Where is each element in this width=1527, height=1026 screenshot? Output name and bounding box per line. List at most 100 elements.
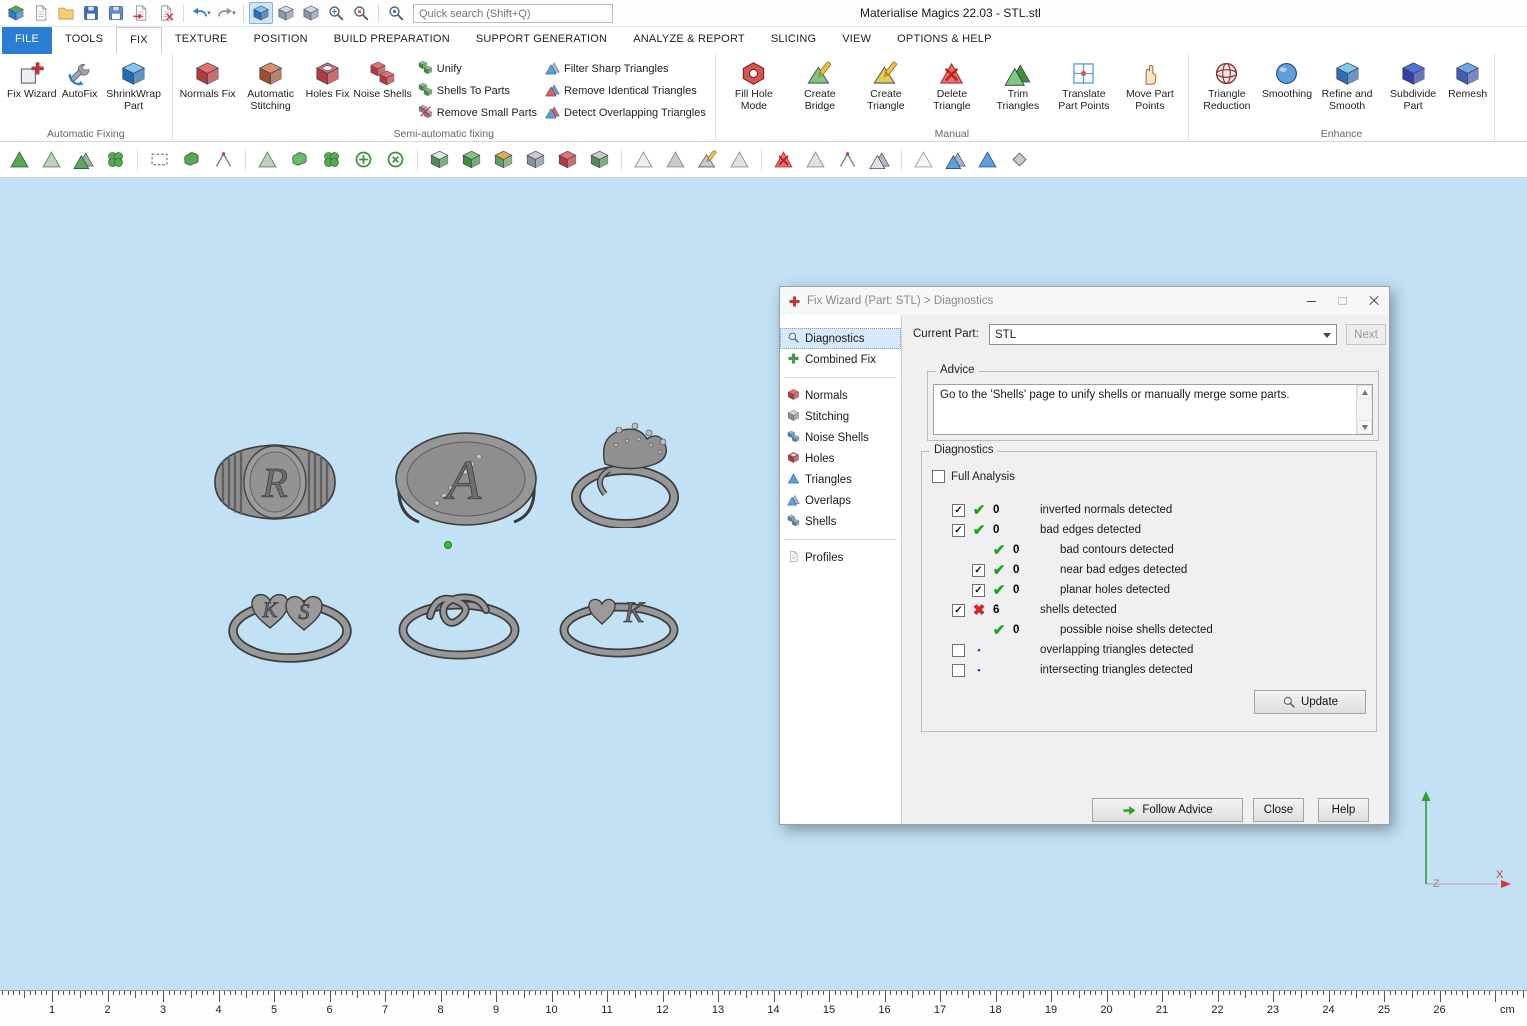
- quick-search-input[interactable]: [413, 4, 613, 23]
- tab-tools[interactable]: TOOLS: [52, 27, 116, 54]
- redo-button[interactable]: ▾: [214, 2, 238, 24]
- triangle-measure-tool-icon[interactable]: [802, 146, 829, 173]
- ribbon-button-shrinkwrap-part[interactable]: ShrinkWrap Part: [101, 57, 167, 114]
- save-project-icon[interactable]: [79, 2, 103, 24]
- ring-model-signet-a[interactable]: A: [393, 430, 540, 532]
- triangle-blue-tool-icon[interactable]: [974, 146, 1001, 173]
- shells-detected-checkbox[interactable]: ✓: [952, 604, 965, 617]
- ribbon-button-automatic-stitching[interactable]: Automatic Stitching: [238, 57, 304, 114]
- ribbon-button-autofix[interactable]: AutoFix: [59, 57, 101, 102]
- ring-model-heart-k[interactable]: K: [558, 588, 680, 658]
- tab-texture[interactable]: TEXTURE: [162, 27, 241, 54]
- mark-triangle-tool-icon[interactable]: [38, 146, 65, 173]
- triangle-view-tool-icon[interactable]: [630, 146, 657, 173]
- triangle-small-tool-icon[interactable]: [726, 146, 753, 173]
- tab-support-generation[interactable]: SUPPORT GENERATION: [463, 27, 620, 54]
- freeform-select-tool-icon[interactable]: [178, 146, 205, 173]
- close-dialog-button[interactable]: Close: [1253, 798, 1304, 822]
- ribbon-button-create-triangle[interactable]: Create Triangle: [853, 57, 919, 114]
- cube-solid-tool-icon[interactable]: [458, 146, 485, 173]
- vector-select-tool-icon[interactable]: [210, 146, 237, 173]
- tab-slicing[interactable]: SLICING: [758, 27, 829, 54]
- triangle-blue-pair-tool-icon[interactable]: [942, 146, 969, 173]
- triangle-angle-tool-icon[interactable]: [834, 146, 861, 173]
- save-part-icon[interactable]: [104, 2, 128, 24]
- app-icon[interactable]: [4, 2, 28, 24]
- wizard-page-shells[interactable]: Shells: [780, 511, 901, 532]
- rectangle-select-tool-icon[interactable]: [146, 146, 173, 173]
- mark-shell-tool-icon[interactable]: [102, 146, 129, 173]
- ribbon-button-detect-overlapping-triangles[interactable]: Detect Overlapping Triangles: [545, 104, 706, 122]
- triangle-edit-tool-icon[interactable]: [694, 146, 721, 173]
- follow-advice-button[interactable]: Follow Advice: [1092, 798, 1243, 822]
- ribbon-button-smoothing[interactable]: Smoothing: [1260, 57, 1314, 102]
- ribbon-button-fill-hole-mode[interactable]: Fill Hole Mode: [721, 57, 787, 114]
- ring-model-crown[interactable]: [563, 418, 695, 528]
- tab-analyze-report[interactable]: ANALYZE & REPORT: [620, 27, 758, 54]
- help-button[interactable]: Help: [1318, 798, 1369, 822]
- open-project-icon[interactable]: [54, 2, 78, 24]
- wizard-page-holes[interactable]: Holes: [780, 448, 901, 469]
- cube-red-tool-icon[interactable]: [554, 146, 581, 173]
- ring-model-signet-r[interactable]: R: [205, 432, 345, 532]
- ribbon-button-move-part-points[interactable]: Move Part Points: [1117, 57, 1183, 114]
- dialog-titlebar[interactable]: Fix Wizard (Part: STL) > Diagnostics: [780, 287, 1389, 315]
- tab-build-preparation[interactable]: BUILD PREPARATION: [321, 27, 463, 54]
- tab-position[interactable]: POSITION: [241, 27, 321, 54]
- triangle-shade-tool-icon[interactable]: [662, 146, 689, 173]
- undo-button[interactable]: ▾: [189, 2, 213, 24]
- ribbon-button-delete-triangle[interactable]: Delete Triangle: [919, 57, 985, 114]
- tab-view[interactable]: VIEW: [829, 27, 884, 54]
- cube-orange-tool-icon[interactable]: [490, 146, 517, 173]
- close-button[interactable]: [1358, 287, 1389, 315]
- minimize-button[interactable]: [1296, 287, 1327, 315]
- zoom-selection-button[interactable]: [349, 2, 373, 24]
- wizard-page-combined-fix[interactable]: Combined Fix: [780, 349, 901, 370]
- overlapping-triangles-detected-checkbox[interactable]: [952, 644, 965, 657]
- view-iso-button[interactable]: [274, 2, 298, 24]
- new-part-icon[interactable]: [29, 2, 53, 24]
- diamond-tool-icon[interactable]: [1006, 146, 1033, 173]
- ribbon-button-remove-small-parts[interactable]: Remove Small Parts: [418, 104, 537, 122]
- ribbon-button-holes-fix[interactable]: Holes Fix: [304, 57, 352, 102]
- full-analysis-row[interactable]: Full Analysis: [932, 470, 1015, 483]
- triangle-delete-tool-icon[interactable]: [770, 146, 797, 173]
- ribbon-button-noise-shells[interactable]: Noise Shells: [351, 57, 413, 102]
- wizard-page-stitching[interactable]: Stitching: [780, 406, 901, 427]
- ribbon-button-create-bridge[interactable]: Create Bridge: [787, 57, 853, 114]
- intersecting-triangles-detected-checkbox[interactable]: [952, 664, 965, 677]
- ribbon-button-filter-sharp-triangles[interactable]: Filter Sharp Triangles: [545, 60, 706, 78]
- wizard-page-noise-shells[interactable]: Noise Shells: [780, 427, 901, 448]
- view-front-button[interactable]: [299, 2, 323, 24]
- current-part-select[interactable]: STL: [989, 324, 1337, 345]
- mark-triangle-green-tool-icon[interactable]: [6, 146, 33, 173]
- ribbon-button-remove-identical-triangles[interactable]: Remove Identical Triangles: [545, 82, 706, 100]
- advice-scrollbar[interactable]: [1356, 385, 1372, 434]
- search-part-button[interactable]: [384, 2, 408, 24]
- triangle-white-tool-icon[interactable]: [910, 146, 937, 173]
- ring-model-hearts-ks[interactable]: K S: [226, 581, 354, 669]
- tab-file[interactable]: FILE: [2, 27, 52, 54]
- cube-wire-tool-icon[interactable]: [426, 146, 453, 173]
- mark-region-tool-icon[interactable]: [254, 146, 281, 173]
- ribbon-button-fix-wizard[interactable]: Fix Wizard: [5, 57, 59, 102]
- update-button[interactable]: Update: [1254, 690, 1366, 714]
- next-button[interactable]: Next: [1346, 324, 1386, 345]
- brush-select-tool-icon[interactable]: [286, 146, 313, 173]
- planar-holes-detected-checkbox[interactable]: ✓: [972, 584, 985, 597]
- scroll-down-icon[interactable]: [1357, 420, 1372, 434]
- ribbon-button-shells-to-parts[interactable]: Shells To Parts: [418, 82, 537, 100]
- ribbon-button-trim-triangles[interactable]: Trim Triangles: [985, 57, 1051, 114]
- maximize-button[interactable]: [1327, 287, 1358, 315]
- ribbon-button-triangle-reduction[interactable]: Triangle Reduction: [1194, 57, 1260, 114]
- wizard-page-overlaps[interactable]: Overlaps: [780, 490, 901, 511]
- ring-model-knot[interactable]: [396, 586, 522, 662]
- ribbon-button-remesh[interactable]: Remesh: [1446, 57, 1489, 102]
- wizard-page-normals[interactable]: Normals: [780, 385, 901, 406]
- export-part-icon[interactable]: [154, 2, 178, 24]
- ribbon-button-subdivide-part[interactable]: Subdivide Part: [1380, 57, 1446, 114]
- zoom-in-button[interactable]: [324, 2, 348, 24]
- inverted-normals-detected-checkbox[interactable]: ✓: [952, 504, 965, 517]
- ribbon-button-translate-part-points[interactable]: Translate Part Points: [1051, 57, 1117, 114]
- full-analysis-checkbox[interactable]: [932, 470, 945, 483]
